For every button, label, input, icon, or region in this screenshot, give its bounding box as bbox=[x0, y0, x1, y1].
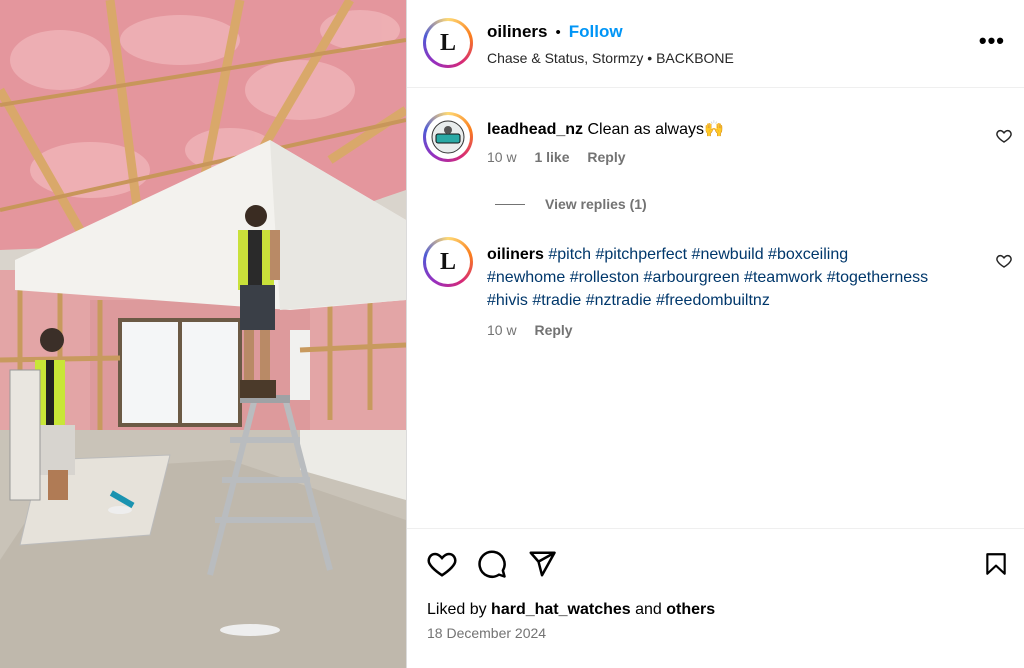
avatar-logo: L bbox=[439, 248, 456, 275]
instagram-post-view: L oiliners • Follow Chase & Status, Stor… bbox=[0, 0, 1024, 668]
liked-by-and: and bbox=[635, 601, 662, 618]
construction-scene-illustration bbox=[0, 0, 406, 668]
comment-icon[interactable] bbox=[477, 549, 507, 579]
commenter-logo-icon bbox=[431, 120, 465, 154]
caption-item: oiliners #pitch #pitchperfect #newbuild … bbox=[487, 243, 987, 338]
comment-username[interactable]: leadhead_nz bbox=[487, 121, 583, 138]
view-replies-button[interactable]: View replies (1) bbox=[495, 196, 647, 212]
avatar-logo: L bbox=[439, 29, 456, 56]
post-media-image[interactable] bbox=[0, 0, 406, 668]
comment-reply-button[interactable]: Reply bbox=[587, 149, 625, 165]
follow-button[interactable]: Follow bbox=[569, 22, 623, 42]
liked-by-user[interactable]: hard_hat_watches bbox=[491, 601, 631, 618]
comment-time[interactable]: 10 w bbox=[487, 149, 517, 165]
bookmark-icon[interactable] bbox=[983, 549, 1009, 579]
caption-like-heart-icon[interactable] bbox=[996, 253, 1012, 269]
share-icon[interactable] bbox=[527, 549, 557, 579]
caption-time[interactable]: 10 w bbox=[487, 322, 517, 338]
caption-hashtags-line-2[interactable]: #newhome #rolleston #arbourgreen #teamwo… bbox=[487, 266, 987, 289]
comment-item: leadhead_nz Clean as always🙌 10 w 1 like… bbox=[487, 118, 967, 165]
caption-reply-button[interactable]: Reply bbox=[534, 322, 572, 338]
caption-hashtags-line-1[interactable]: #pitch #pitchperfect #newbuild #boxceili… bbox=[548, 246, 848, 263]
more-options-icon[interactable]: ••• bbox=[979, 28, 1005, 54]
comment-likes[interactable]: 1 like bbox=[534, 149, 569, 165]
separator-dot: • bbox=[555, 23, 561, 41]
post-date[interactable]: 18 December 2024 bbox=[427, 625, 546, 641]
audio-track-label[interactable]: Chase & Status, Stormzy • BACKBONE bbox=[487, 50, 734, 66]
comment-like-heart-icon[interactable] bbox=[996, 128, 1012, 144]
view-replies-label: View replies (1) bbox=[545, 196, 647, 212]
heart-icon[interactable] bbox=[427, 549, 457, 579]
comment-text: Clean as always🙌 bbox=[587, 121, 724, 138]
caption-author-avatar[interactable]: L bbox=[423, 237, 473, 287]
author-avatar[interactable]: L bbox=[423, 18, 473, 68]
liked-by-summary: Liked by hard_hat_watches and others bbox=[427, 601, 715, 619]
caption-username[interactable]: oiliners bbox=[487, 246, 544, 263]
post-header: L oiliners • Follow Chase & Status, Stor… bbox=[407, 0, 1024, 88]
author-username[interactable]: oiliners bbox=[487, 22, 547, 42]
liked-by-others[interactable]: others bbox=[666, 601, 715, 618]
post-details-panel: L oiliners • Follow Chase & Status, Stor… bbox=[406, 0, 1024, 668]
liked-by-prefix: Liked by bbox=[427, 601, 487, 618]
commenter-avatar[interactable] bbox=[423, 112, 473, 162]
view-replies-line bbox=[495, 203, 525, 205]
caption-hashtags-line-3[interactable]: #hivis #tradie #nztradie #freedombuiltnz bbox=[487, 289, 987, 312]
post-actions-bar: Liked by hard_hat_watches and others 18 … bbox=[407, 528, 1024, 668]
